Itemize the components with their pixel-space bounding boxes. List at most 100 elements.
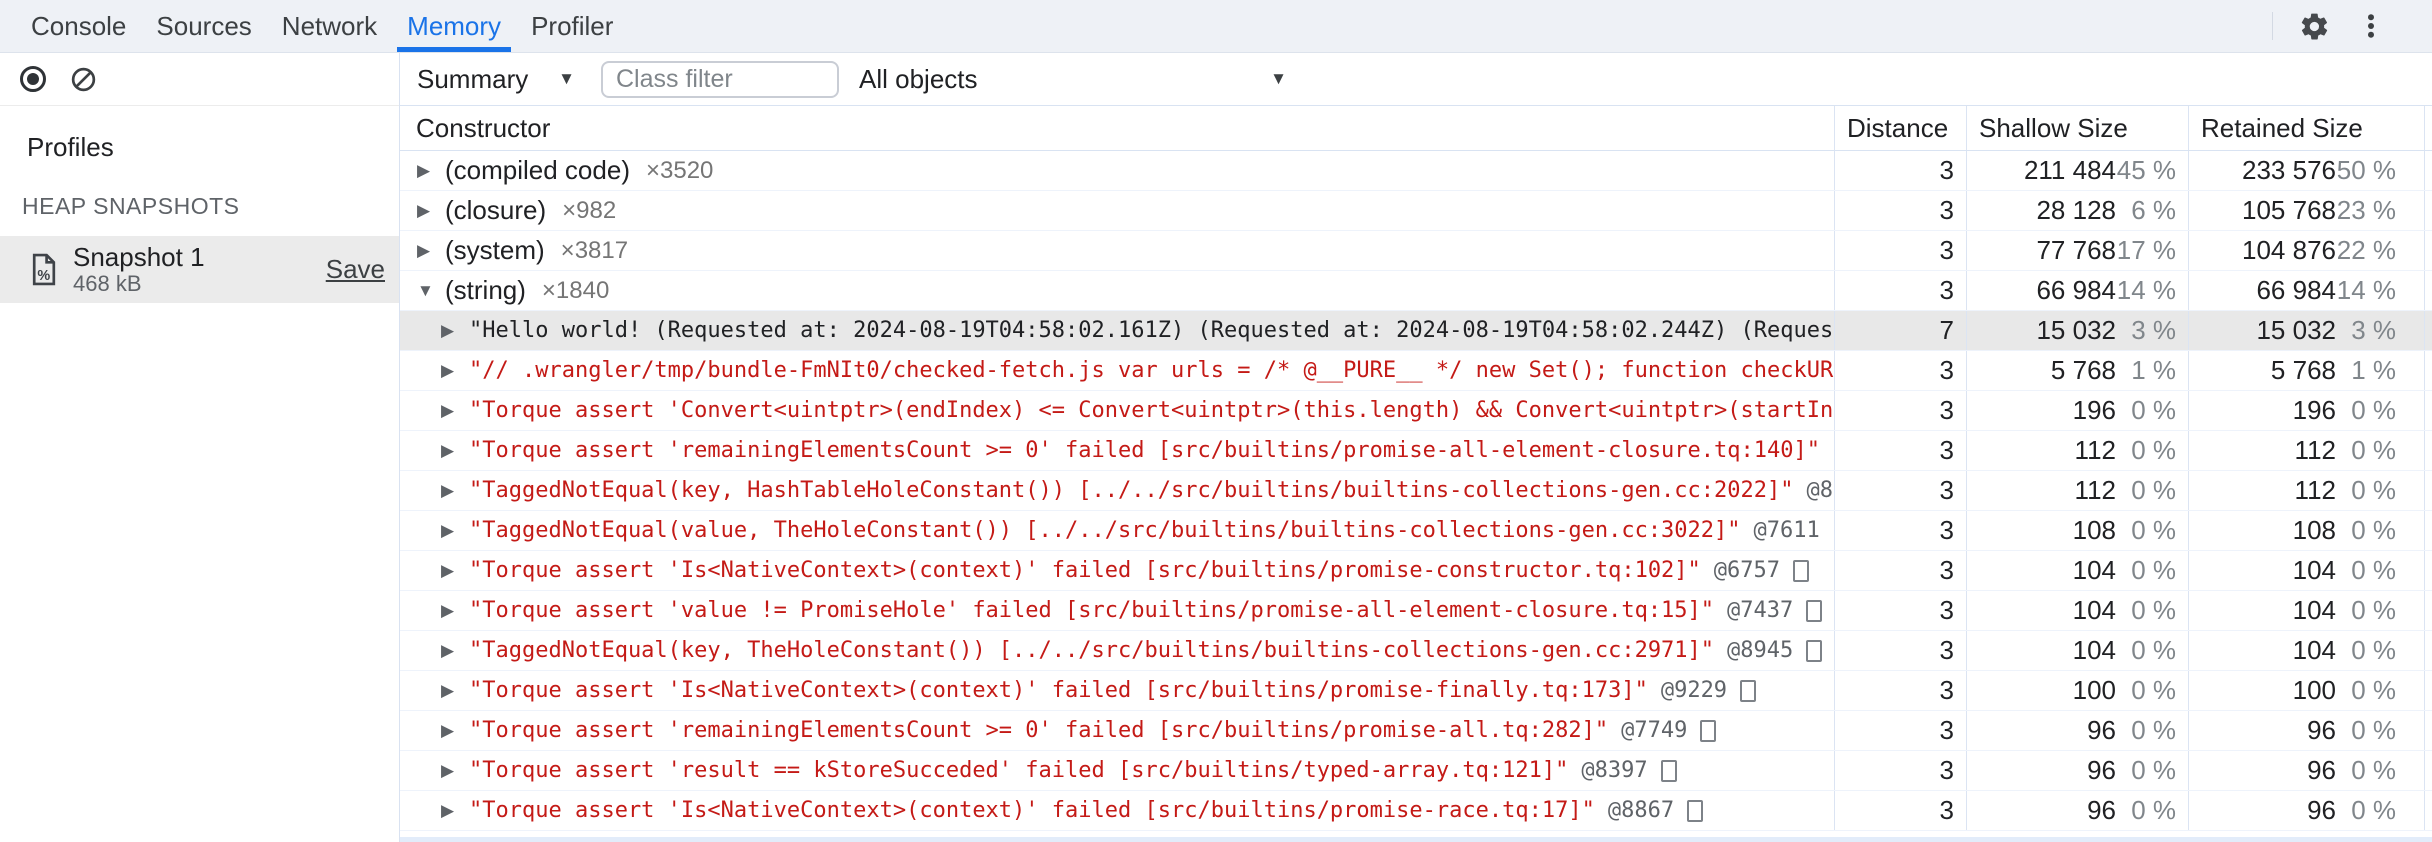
retained-size-cell: 104 0 % <box>2188 551 2424 590</box>
chevron-down-icon: ▼ <box>558 69 575 88</box>
heap-snapshots-section-title: HEAP SNAPSHOTS <box>22 193 240 219</box>
snapshot-name: Snapshot 1 <box>73 241 205 272</box>
grid-row[interactable]: ▶ "TaggedNotEqual(key, HashTableHoleCons… <box>400 471 2432 511</box>
distance-cell: 3 <box>1834 631 1966 670</box>
shallow-size-cell: 112 0 % <box>1966 471 2188 510</box>
expand-arrow-icon[interactable]: ▶ <box>441 601 469 621</box>
object-id: @8945 <box>1727 638 1794 663</box>
tab-memory[interactable]: Memory <box>392 0 516 52</box>
distance-cell: 3 <box>1834 471 1966 510</box>
grid-row[interactable]: ▶ "Hello world! (Requested at: 2024-08-1… <box>400 311 2432 351</box>
snapshot-toolbar: Summary ▼ All objects ▼ <box>400 53 2432 106</box>
collapse-arrow-icon[interactable]: ▼ <box>417 281 445 301</box>
reveal-box-icon <box>1660 759 1677 782</box>
retained-size-cell: 108 0 % <box>2188 511 2424 550</box>
grid-row[interactable]: ▶ (compiled code) ×3520 3 211 484 45 % 233… <box>400 151 2432 191</box>
expand-arrow-icon[interactable]: ▶ <box>417 201 445 221</box>
expand-arrow-icon[interactable]: ▶ <box>441 481 469 501</box>
snapshot-item[interactable]: % Snapshot 1 468 kB Save <box>0 236 399 303</box>
column-header-shallow-size[interactable]: Shallow Size <box>1966 106 2188 150</box>
column-gutter <box>2424 106 2432 150</box>
perspective-select[interactable]: Summary ▼ <box>417 64 575 95</box>
grid-row[interactable]: ▶ "Torque assert 'Is<NativeContext>(cont… <box>400 791 2432 831</box>
column-header-constructor[interactable]: Constructor <box>400 106 1834 150</box>
expand-arrow-icon[interactable]: ▶ <box>441 801 469 821</box>
expand-arrow-icon[interactable]: ▶ <box>441 761 469 781</box>
constructor-name: (compiled code) <box>445 155 630 185</box>
tab-network[interactable]: Network <box>267 0 392 52</box>
shallow-size-cell: 66 984 14 % <box>1966 271 2188 310</box>
shallow-size-cell: 96 0 % <box>1966 791 2188 830</box>
retained-size-cell: 96 0 % <box>2188 751 2424 790</box>
shallow-size-cell: 104 0 % <box>1966 551 2188 590</box>
profiles-sidebar: Profiles HEAP SNAPSHOTS % Snapshot 1 468… <box>0 53 400 842</box>
class-filter-input[interactable] <box>601 60 839 98</box>
grid-row[interactable]: ▶ "Torque assert 'Is<NativeContext>(cont… <box>400 551 2432 591</box>
object-id: @7749 <box>1621 718 1688 743</box>
distance-cell: 3 <box>1834 191 1966 230</box>
expand-arrow-icon[interactable]: ▶ <box>441 721 469 741</box>
grid-row[interactable]: ▶ "// .wrangler/tmp/bundle-FmNIt0/checke… <box>400 351 2432 391</box>
distance-cell: 3 <box>1834 671 1966 710</box>
distance-cell: 3 <box>1834 151 1966 190</box>
settings-gear-icon[interactable] <box>2299 11 2330 42</box>
snapshot-save-link[interactable]: Save <box>326 254 385 285</box>
grid-row[interactable]: ▼ (string) ×1840 3 66 984 14 % 66 984 14 % <box>400 271 2432 311</box>
clear-profiles-icon[interactable] <box>70 66 97 93</box>
object-id: @6757 <box>1713 558 1781 583</box>
snapshot-size: 468 kB <box>73 270 142 296</box>
more-options-kebab-icon[interactable] <box>2356 11 2386 41</box>
grid-row[interactable]: ▶ (closure) ×982 3 28 128 6 % 105 768 23 % <box>400 191 2432 231</box>
instance-count: ×3520 <box>645 156 714 184</box>
expand-arrow-icon[interactable]: ▶ <box>417 161 445 181</box>
instance-count: ×1840 <box>541 276 610 304</box>
reveal-box-icon <box>1806 639 1823 662</box>
tab-profiler[interactable]: Profiler <box>516 0 628 52</box>
chevron-down-icon: ▼ <box>1270 69 1287 88</box>
object-id: @8397 <box>1581 758 1648 783</box>
column-header-distance[interactable]: Distance <box>1834 106 1966 150</box>
expand-arrow-icon[interactable]: ▶ <box>441 561 469 581</box>
sidebar-toolbar <box>0 53 399 106</box>
grid-row[interactable]: ▶ (system) ×3817 3 77 768 17 % 104 876 22 % <box>400 231 2432 271</box>
shallow-size-cell: 104 0 % <box>1966 631 2188 670</box>
shallow-size-cell: 28 128 6 % <box>1966 191 2188 230</box>
record-heap-snapshot-icon[interactable] <box>20 66 46 92</box>
grid-row[interactable]: ▶ "Torque assert 'Convert<uintptr>(endIn… <box>400 391 2432 431</box>
grid-row[interactable]: ▶ "TaggedNotEqual(key, TheHoleConstant()… <box>400 631 2432 671</box>
shallow-size-cell: 96 0 % <box>1966 751 2188 790</box>
object-id: @8 <box>1806 478 1834 503</box>
shallow-size-cell: 196 0 % <box>1966 391 2188 430</box>
expand-arrow-icon[interactable]: ▶ <box>441 681 469 701</box>
retained-size-cell: 196 0 % <box>2188 391 2424 430</box>
grid-row[interactable]: ▶ "Torque assert 'result == kStoreSucced… <box>400 751 2432 791</box>
distance-cell: 3 <box>1834 791 1966 830</box>
distance-cell: 3 <box>1834 751 1966 790</box>
retained-size-cell: 105 768 23 % <box>2188 191 2424 230</box>
tab-console[interactable]: Console <box>16 0 141 52</box>
constructor-name: (closure) <box>445 195 547 225</box>
expand-arrow-icon[interactable]: ▶ <box>417 241 445 261</box>
shallow-size-cell: 77 768 17 % <box>1966 231 2188 270</box>
tab-sources[interactable]: Sources <box>141 0 266 52</box>
string-value: "Torque assert 'Is<NativeContext>(contex… <box>469 798 1595 823</box>
grid-row[interactable]: ▶ "Torque assert 'remainingElementsCount… <box>400 431 2432 471</box>
retained-size-cell: 66 984 14 % <box>2188 271 2424 310</box>
retained-size-cell: 112 0 % <box>2188 431 2424 470</box>
expand-arrow-icon[interactable]: ▶ <box>441 401 469 421</box>
expand-arrow-icon[interactable]: ▶ <box>441 321 469 341</box>
grid-row[interactable]: ▶ "Torque assert 'Is<NativeContext>(cont… <box>400 671 2432 711</box>
expand-arrow-icon[interactable]: ▶ <box>441 521 469 541</box>
retained-size-cell: 100 0 % <box>2188 671 2424 710</box>
instance-count: ×982 <box>562 196 617 224</box>
grid-row[interactable]: ▶ "Torque assert 'remainingElementsCount… <box>400 711 2432 751</box>
expand-arrow-icon[interactable]: ▶ <box>441 361 469 381</box>
objects-scope-select[interactable]: All objects ▼ <box>859 64 1287 95</box>
grid-row[interactable]: ▶ "TaggedNotEqual(value, TheHoleConstant… <box>400 511 2432 551</box>
column-header-retained-size[interactable]: Retained Size <box>2188 106 2424 150</box>
grid-row[interactable]: ▶ "Torque assert 'value != PromiseHole' … <box>400 591 2432 631</box>
expand-arrow-icon[interactable]: ▶ <box>441 441 469 461</box>
heap-data-grid: Constructor Distance Shallow Size Retain… <box>400 106 2432 842</box>
expand-arrow-icon[interactable]: ▶ <box>441 641 469 661</box>
retained-size-cell: 96 0 % <box>2188 711 2424 750</box>
